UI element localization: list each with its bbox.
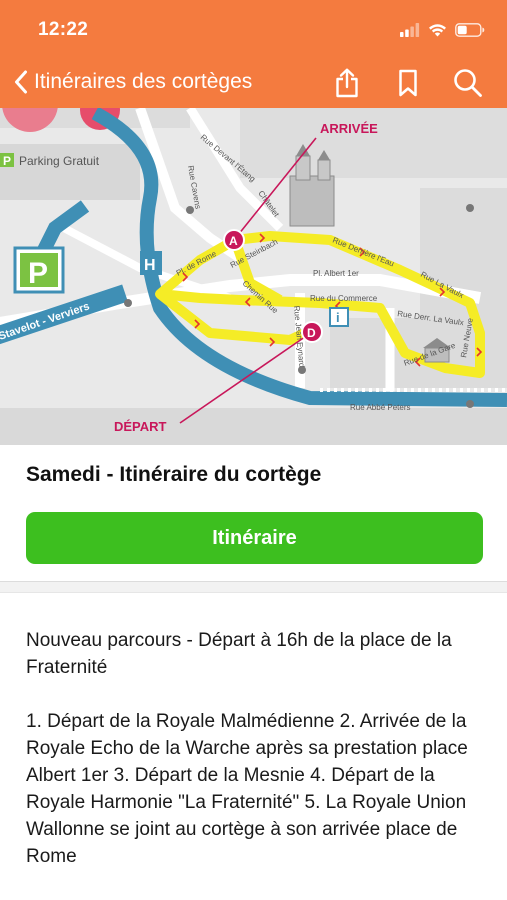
description-paragraph: Nouveau parcours - Départ à 16h de la pl…	[26, 630, 452, 678]
section-title: Samedi - Itinéraire du cortège	[26, 463, 322, 486]
app-header: 12:22 Itinéraires des cortèges	[0, 0, 507, 108]
wifi-icon	[429, 24, 446, 37]
svg-text:H: H	[144, 257, 156, 274]
route-button-label: Itinéraire	[212, 526, 297, 549]
status-time: 12:22	[38, 19, 89, 40]
map-label-parking: Parking Gratuit	[19, 154, 100, 168]
parking-sign-large: P	[13, 246, 65, 294]
parking-sign-small: P	[0, 153, 14, 168]
map-label-rue-abbe-peters: Rue Abbé Peters	[350, 403, 410, 412]
description-paragraph: 1. Départ de la Royale Malmédienne 2. Ar…	[26, 711, 468, 867]
page-title: Itinéraires des cortèges	[34, 70, 253, 93]
bookmark-icon	[399, 69, 417, 97]
signal-icon	[400, 23, 420, 37]
search-button[interactable]	[452, 66, 484, 100]
hospital-sign: H	[140, 251, 162, 275]
section-separator	[0, 581, 507, 593]
route-description: Nouveau parcours - Départ à 16h de la pl…	[26, 627, 486, 897]
route-button[interactable]: Itinéraire	[26, 512, 483, 564]
svg-text:P: P	[3, 154, 11, 168]
marker-arrival: A	[223, 229, 245, 251]
map-label-depart: DÉPART	[114, 419, 167, 434]
map-label-arrivee: ARRIVÉE	[320, 121, 378, 136]
share-icon	[336, 68, 358, 98]
nav-bar: Itinéraires des cortèges	[0, 56, 507, 108]
svg-text:P: P	[28, 257, 48, 290]
status-bar: 12:22	[0, 0, 507, 56]
svg-text:D: D	[307, 326, 316, 340]
chevron-left-icon	[15, 70, 27, 94]
search-icon	[454, 69, 482, 97]
map-label-rue-du-commerce: Rue du Commerce	[310, 294, 378, 303]
svg-text:A: A	[229, 234, 238, 248]
route-map-graphic: Stavelot - Verviers P Parking Gratuit P …	[0, 108, 507, 445]
marker-departure: D	[301, 321, 323, 343]
share-button[interactable]	[331, 66, 363, 100]
info-sign: i	[329, 307, 349, 327]
bookmark-button[interactable]	[392, 66, 424, 100]
route-map[interactable]: Stavelot - Verviers P Parking Gratuit P …	[0, 108, 507, 445]
back-button[interactable]: Itinéraires des cortèges	[14, 66, 252, 98]
status-icons	[400, 20, 485, 40]
svg-text:i: i	[336, 310, 340, 325]
battery-icon	[455, 23, 485, 37]
map-label-pl-albert: Pl. Albert 1er	[313, 269, 359, 278]
